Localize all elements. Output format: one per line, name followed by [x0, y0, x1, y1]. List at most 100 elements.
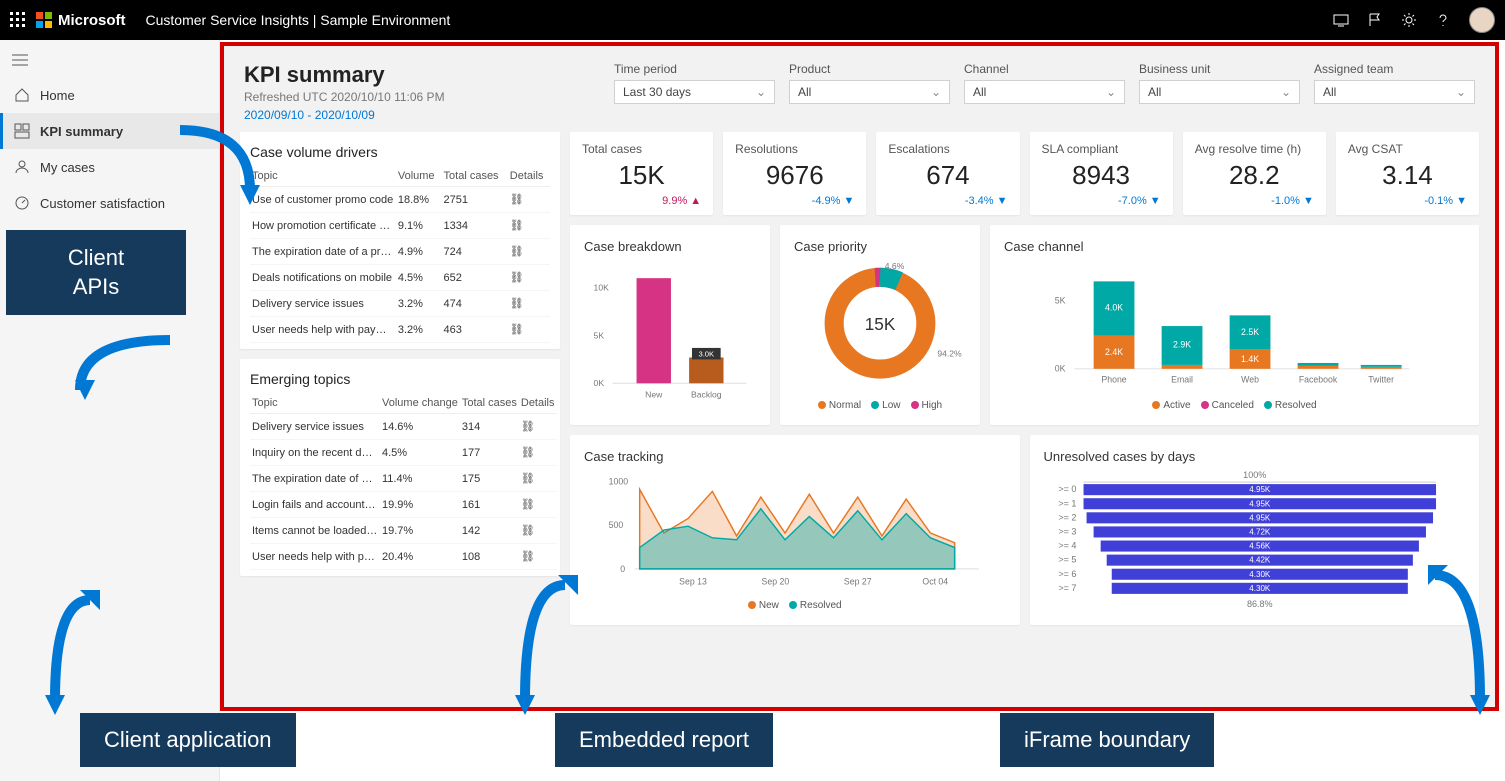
svg-text:0K: 0K	[1055, 364, 1066, 374]
svg-text:>= 5: >= 5	[1058, 555, 1076, 565]
svg-text:4.56K: 4.56K	[1249, 542, 1271, 551]
col-header[interactable]: Topic	[250, 393, 380, 414]
link-icon[interactable]: ⛓	[508, 187, 550, 213]
table-row[interactable]: User needs help with payment is…3.2%463⛓	[250, 317, 550, 343]
svg-text:1.4K: 1.4K	[1241, 354, 1259, 364]
tracking-chart[interactable]: 10005000 Sep 13Sep 20Sep 27Oct 04	[584, 470, 1006, 596]
svg-text:Facebook: Facebook	[1299, 374, 1338, 384]
kpi-card[interactable]: Escalations 674 -3.4% ▼	[876, 132, 1019, 215]
svg-text:10K: 10K	[594, 283, 610, 293]
svg-text:4.95K: 4.95K	[1249, 513, 1271, 522]
kpi-delta: 9.9% ▲	[582, 195, 701, 207]
annotation-embedded: Embedded report	[555, 713, 773, 767]
waffle-icon[interactable]	[10, 12, 26, 28]
chart-title: Case tracking	[584, 449, 1006, 464]
col-header[interactable]: Total cases	[460, 393, 519, 414]
sidebar-item-label: My cases	[40, 160, 95, 175]
filter-label: Time period	[614, 62, 775, 76]
svg-text:4.0K: 4.0K	[1105, 303, 1123, 313]
svg-text:New: New	[645, 390, 663, 400]
svg-text:4.95K: 4.95K	[1249, 499, 1271, 508]
kpi-card[interactable]: Total cases 15K 9.9% ▲	[570, 132, 713, 215]
table-row[interactable]: Login fails and account …19.9%161⛓	[250, 492, 557, 518]
sidebar-item-csat[interactable]: Customer satisfaction	[0, 185, 219, 221]
tracking-card: Case tracking 10005000 Sep 13Sep 20Sep 2…	[570, 435, 1020, 625]
flag-icon[interactable]	[1367, 12, 1383, 28]
breakdown-chart[interactable]: 10K 5K 0K 3.0K New Backlog	[584, 260, 756, 411]
svg-text:100%: 100%	[1243, 470, 1266, 480]
chart-title: Case channel	[1004, 239, 1465, 254]
svg-text:1000: 1000	[609, 477, 629, 487]
drivers-table[interactable]: TopicVolumeTotal casesDetailsUse of cust…	[250, 166, 550, 343]
link-icon[interactable]: ⛓	[519, 414, 557, 440]
ms-logo[interactable]: Microsoft	[36, 12, 126, 29]
col-header[interactable]: Details	[508, 166, 550, 187]
link-icon[interactable]: ⛓	[508, 213, 550, 239]
svg-text:Phone: Phone	[1101, 374, 1126, 384]
filter-select[interactable]: All⌄	[1139, 80, 1300, 104]
kpi-card[interactable]: Avg resolve time (h) 28.2 -1.0% ▼	[1183, 132, 1326, 215]
link-icon[interactable]: ⛓	[519, 440, 557, 466]
sidebar-item-home[interactable]: Home	[0, 77, 219, 113]
table-row[interactable]: How promotion certificate works…9.1%1334…	[250, 213, 550, 239]
priority-chart[interactable]: 15K 94.2% 4.6%	[794, 260, 966, 396]
table-row[interactable]: Delivery service issues3.2%474⛓	[250, 291, 550, 317]
filter-select[interactable]: All⌄	[964, 80, 1125, 104]
link-icon[interactable]: ⛓	[519, 492, 557, 518]
link-icon[interactable]: ⛓	[508, 317, 550, 343]
col-header[interactable]: Topic	[250, 166, 396, 187]
kpi-card[interactable]: SLA compliant 8943 -7.0% ▼	[1030, 132, 1173, 215]
col-header[interactable]: Details	[519, 393, 557, 414]
filter-select[interactable]: Last 30 days⌄	[614, 80, 775, 104]
filter-time-period: Time period Last 30 days⌄	[614, 62, 775, 122]
link-icon[interactable]: ⛓	[519, 544, 557, 570]
col-header[interactable]: Total cases	[442, 166, 508, 187]
svg-text:Sep 13: Sep 13	[679, 576, 707, 586]
table-row[interactable]: Inquiry on the recent d…4.5%177⛓	[250, 440, 557, 466]
report-area: KPI summary Refreshed UTC 2020/10/10 11:…	[220, 42, 1499, 711]
link-icon[interactable]: ⛓	[519, 466, 557, 492]
svg-text:94.2%: 94.2%	[937, 349, 962, 359]
filter-select[interactable]: All⌄	[1314, 80, 1475, 104]
table-row[interactable]: The expiration date of a promoti…4.9%724…	[250, 239, 550, 265]
sidebar-item-mycases[interactable]: My cases	[0, 149, 219, 185]
filter-label: Assigned team	[1314, 62, 1475, 76]
filter-select[interactable]: All⌄	[789, 80, 950, 104]
table-row[interactable]: Delivery service issues14.6%314⛓	[250, 414, 557, 440]
table-row[interactable]: User needs help with p…20.4%108⛓	[250, 544, 557, 570]
unresolved-chart[interactable]: 100% >= 0>= 1>= 2>= 3>= 4>= 5>= 6>= 7 4.…	[1044, 470, 1466, 611]
sidebar-item-label: Home	[40, 88, 75, 103]
device-icon[interactable]	[1333, 12, 1349, 28]
col-header[interactable]: Volume	[396, 166, 442, 187]
kpi-card[interactable]: Avg CSAT 3.14 -0.1% ▼	[1336, 132, 1479, 215]
svg-text:4.42K: 4.42K	[1249, 556, 1271, 565]
chevron-down-icon: ⌄	[1106, 85, 1116, 99]
table-row[interactable]: Items cannot be loaded…19.7%142⛓	[250, 518, 557, 544]
avatar[interactable]	[1469, 7, 1495, 33]
table-row[interactable]: The expiration date of a…11.4%175⛓	[250, 466, 557, 492]
table-row[interactable]: Deals notifications on mobile4.5%652⛓	[250, 265, 550, 291]
priority-card: Case priority 15K 94.2% 4.6% NormalLowHi…	[780, 225, 980, 425]
svg-text:0K: 0K	[594, 378, 605, 388]
link-icon[interactable]: ⛓	[508, 265, 550, 291]
hamburger-icon[interactable]	[0, 46, 219, 77]
sidebar-item-kpi[interactable]: KPI summary	[0, 113, 219, 149]
col-header[interactable]: Volume change	[380, 393, 460, 414]
kpi-label: Escalations	[888, 142, 1007, 156]
svg-text:Sep 27: Sep 27	[844, 576, 872, 586]
link-icon[interactable]: ⛓	[519, 518, 557, 544]
gear-icon[interactable]	[1401, 12, 1417, 28]
svg-text:4.6%: 4.6%	[885, 261, 905, 271]
link-icon[interactable]: ⛓	[508, 291, 550, 317]
kpi-card[interactable]: Resolutions 9676 -4.9% ▼	[723, 132, 866, 215]
svg-text:Sep 20: Sep 20	[762, 576, 790, 586]
help-icon[interactable]	[1435, 12, 1451, 28]
channel-chart[interactable]: 5K0K 2.4K4.0KPhone 2.9KEmail 1.4K2.5KWeb…	[1004, 260, 1465, 396]
svg-text:5K: 5K	[594, 330, 605, 340]
emerging-table[interactable]: TopicVolume changeTotal casesDetailsDeli…	[250, 393, 557, 570]
channel-card: Case channel 5K0K 2.4K4.0KPhone 2.9KEmai…	[990, 225, 1479, 425]
table-row[interactable]: Use of customer promo code18.8%2751⛓	[250, 187, 550, 213]
link-icon[interactable]: ⛓	[508, 239, 550, 265]
svg-text:0: 0	[620, 564, 625, 574]
kpi-label: SLA compliant	[1042, 142, 1161, 156]
